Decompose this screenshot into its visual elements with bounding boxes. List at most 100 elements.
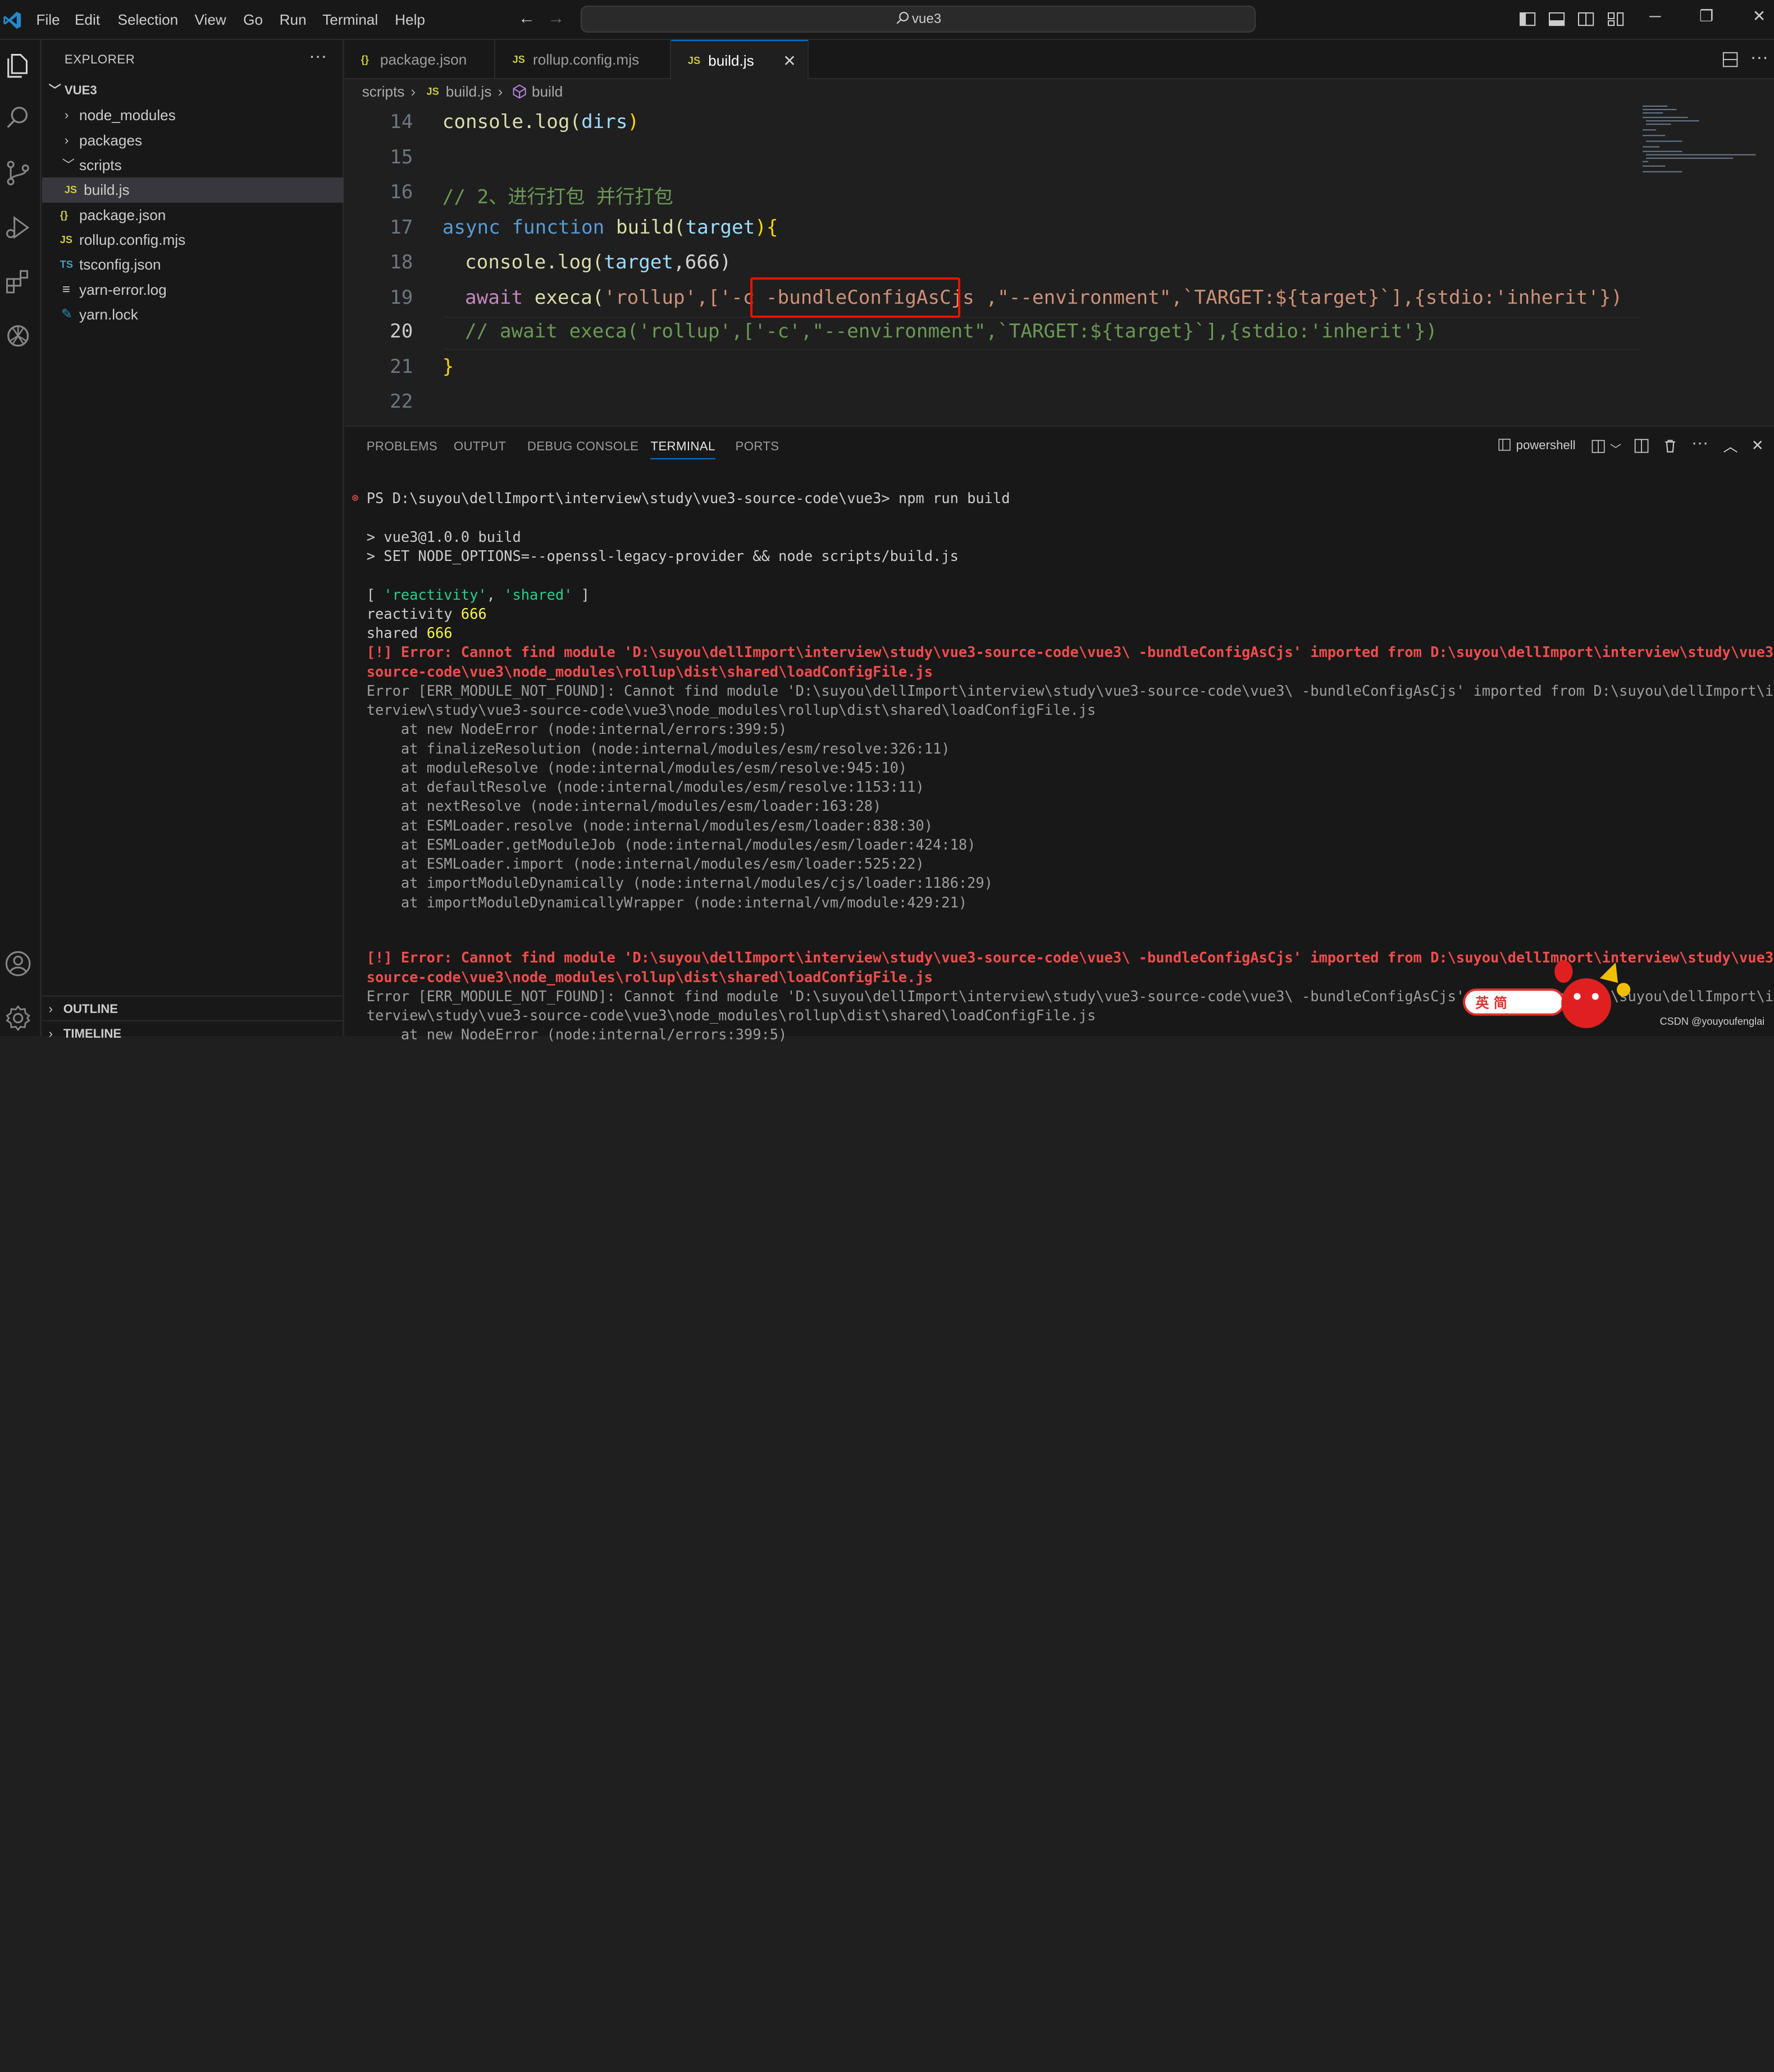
split-terminal-icon[interactable] bbox=[1591, 439, 1606, 454]
forward-arrow-icon[interactable]: → bbox=[548, 9, 564, 28]
menu-help[interactable]: Help bbox=[395, 11, 425, 29]
code-token: target bbox=[604, 251, 674, 274]
terminal-token: , bbox=[486, 586, 504, 603]
search-icon[interactable] bbox=[3, 103, 33, 132]
tree-item-package-json[interactable]: {} package.json bbox=[42, 203, 344, 227]
terminal-line: [ 'reactivity', 'shared' ] bbox=[367, 586, 590, 603]
tab-label: build.js bbox=[708, 52, 754, 69]
code-token: ) bbox=[627, 111, 640, 134]
ime-mascot-widget[interactable]: 英 简 bbox=[1460, 956, 1640, 1035]
editor-more-actions-icon[interactable]: ··· bbox=[1750, 47, 1768, 67]
menu-edit[interactable]: Edit bbox=[75, 11, 100, 29]
outline-label: OUTLINE bbox=[63, 1001, 118, 1016]
customize-layout-icon[interactable] bbox=[1607, 10, 1625, 28]
tree-item-label: yarn-error.log bbox=[79, 281, 167, 298]
maximize-panel-icon[interactable]: ︿ bbox=[1723, 435, 1737, 456]
explorer-files-icon[interactable] bbox=[3, 51, 33, 80]
watermark: CSDN @youyoufenglai bbox=[1659, 1016, 1765, 1028]
panel-more-actions-icon[interactable]: ··· bbox=[1691, 433, 1708, 453]
line-number: 16 bbox=[390, 181, 413, 204]
split-panel-icon[interactable] bbox=[1634, 438, 1649, 454]
menu-view[interactable]: View bbox=[195, 11, 226, 29]
settings-gear-icon[interactable] bbox=[3, 1003, 33, 1033]
chevron-right-icon: › bbox=[411, 83, 416, 101]
breadcrumb-file[interactable]: build.js bbox=[446, 79, 492, 104]
chevron-down-icon[interactable]: ﹀ bbox=[1610, 440, 1621, 457]
tree-item-node-modules[interactable]: › node_modules bbox=[42, 103, 344, 127]
tab-package-json[interactable]: {} package.json bbox=[345, 39, 496, 79]
outline-section[interactable]: › OUTLINE bbox=[42, 995, 344, 1020]
tab-label: package.json bbox=[380, 51, 467, 68]
tab-problems[interactable]: PROBLEMS bbox=[367, 439, 437, 454]
extensions-icon[interactable] bbox=[3, 267, 33, 296]
menu-run[interactable]: Run bbox=[280, 11, 307, 29]
tree-item-label: tsconfig.json bbox=[79, 256, 161, 273]
tree-item-tsconfig[interactable]: TS tsconfig.json bbox=[42, 252, 344, 277]
tree-item-scripts[interactable]: ﹀ scripts bbox=[42, 153, 344, 177]
code-token: target bbox=[685, 216, 755, 239]
code-editor[interactable]: 14 15 16 17 18 19 20 21 22 console.log(d… bbox=[345, 104, 1774, 426]
js-file-icon: JS bbox=[426, 86, 439, 98]
code-token: async function bbox=[442, 216, 616, 239]
terminal-token: 666 bbox=[426, 624, 453, 642]
stack-trace-line: at ESMLoader.import (node:internal/modul… bbox=[366, 855, 924, 873]
close-panel-icon[interactable]: ✕ bbox=[1752, 437, 1764, 454]
tree-item-label: packages bbox=[79, 131, 143, 149]
timeline-section[interactable]: › TIMELINE bbox=[42, 1020, 344, 1045]
more-actions-icon[interactable]: ··· bbox=[309, 45, 327, 66]
back-arrow-icon[interactable]: ← bbox=[518, 9, 535, 28]
terminal-token: 666 bbox=[460, 605, 487, 622]
tab-output[interactable]: OUTPUT bbox=[454, 439, 507, 454]
tab-build-js[interactable]: JS build.js ✕ bbox=[671, 39, 809, 81]
breadcrumb: scripts › JS build.js › build bbox=[345, 79, 1774, 104]
terminal-shell-selector[interactable]: powershell bbox=[1498, 438, 1576, 453]
terminal-error-line: [!] Error: Cannot find module 'D:\suyou\… bbox=[366, 643, 1774, 661]
tree-item-label: package.json bbox=[79, 206, 166, 223]
run-debug-icon[interactable] bbox=[3, 213, 33, 242]
stack-trace-line: at importModuleDynamically (node:interna… bbox=[366, 874, 993, 892]
minimize-icon[interactable]: ─ bbox=[1649, 7, 1661, 25]
toggle-primary-sidebar-icon[interactable] bbox=[1518, 10, 1536, 28]
symbol-method-icon bbox=[513, 84, 526, 99]
tree-item-packages[interactable]: › packages bbox=[42, 128, 344, 153]
line-number: 21 bbox=[390, 355, 413, 378]
restore-icon[interactable]: ❐ bbox=[1699, 7, 1713, 25]
tab-terminal[interactable]: TERMINAL bbox=[650, 439, 715, 459]
chevron-right-icon: › bbox=[48, 1026, 53, 1041]
menu-go[interactable]: Go bbox=[243, 11, 263, 29]
tab-debug-console[interactable]: DEBUG CONSOLE bbox=[527, 439, 639, 454]
terminal-token: 'reactivity' bbox=[384, 586, 487, 603]
js-file-icon: JS bbox=[687, 54, 701, 66]
accounts-icon[interactable] bbox=[3, 949, 33, 978]
command-center-search[interactable]: vue3 bbox=[580, 6, 1256, 33]
trash-icon[interactable] bbox=[1662, 438, 1678, 454]
code-line: async function build(target){ bbox=[443, 216, 778, 239]
close-window-icon[interactable]: ✕ bbox=[1753, 7, 1766, 25]
source-control-icon[interactable] bbox=[3, 158, 33, 188]
error-decoration-icon: ⊗ bbox=[352, 491, 359, 505]
tree-item-build-js[interactable]: JS build.js bbox=[42, 177, 344, 203]
tree-item-yarn-lock[interactable]: ✎ yarn.lock bbox=[42, 302, 344, 327]
toggle-secondary-sidebar-icon[interactable] bbox=[1577, 10, 1595, 28]
editor-tabs: {} package.json JS rollup.config.mjs JS … bbox=[345, 39, 1774, 81]
chatgpt-icon[interactable] bbox=[3, 321, 33, 350]
minimap[interactable] bbox=[1643, 104, 1756, 183]
toggle-panel-icon[interactable] bbox=[1548, 10, 1566, 28]
menu-file[interactable]: File bbox=[36, 11, 60, 29]
chevron-down-icon: ﹀ bbox=[62, 157, 75, 172]
close-tab-icon[interactable]: ✕ bbox=[783, 41, 796, 81]
menu-terminal[interactable]: Terminal bbox=[322, 11, 378, 29]
workspace-root[interactable]: ﹀ VUE3 bbox=[42, 78, 344, 103]
tree-item-rollup-config[interactable]: JS rollup.config.mjs bbox=[42, 227, 344, 252]
breadcrumb-symbol[interactable]: build bbox=[532, 79, 563, 104]
highlight-annotation-box bbox=[750, 277, 961, 318]
tab-rollup-config[interactable]: JS rollup.config.mjs bbox=[495, 39, 671, 79]
search-icon bbox=[896, 12, 909, 24]
tree-item-yarn-error-log[interactable]: ≡ yarn-error.log bbox=[42, 277, 344, 302]
menu-selection[interactable]: Selection bbox=[118, 11, 179, 29]
tab-ports[interactable]: PORTS bbox=[736, 439, 779, 454]
split-editor-icon[interactable] bbox=[1722, 51, 1739, 68]
breadcrumb-folder[interactable]: scripts bbox=[362, 79, 405, 104]
chevron-right-icon: › bbox=[64, 133, 69, 147]
code-token: execa( bbox=[534, 286, 604, 309]
